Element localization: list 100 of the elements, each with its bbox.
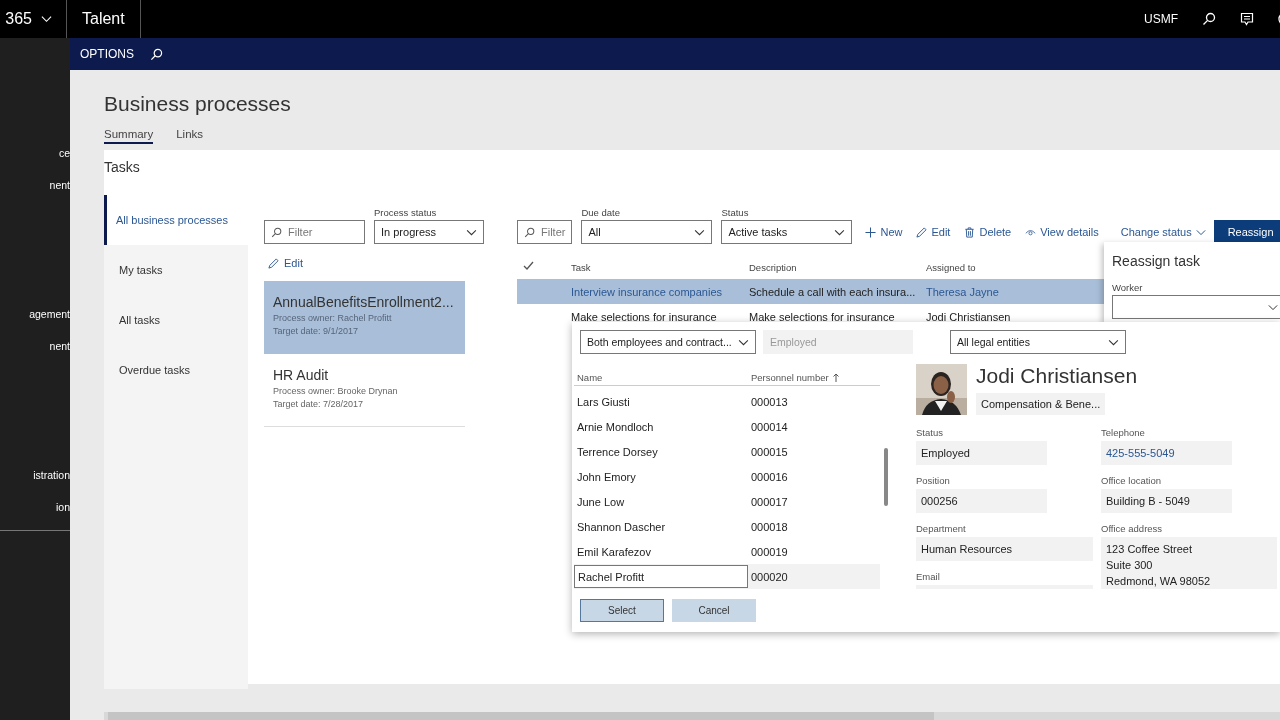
view-item[interactable]: All business processes xyxy=(104,195,248,245)
view-item[interactable]: Overdue tasks xyxy=(104,345,248,395)
chevron-icon xyxy=(1108,338,1119,346)
worker-type-dropdown[interactable]: Both employees and contract... xyxy=(580,330,756,354)
section-heading: Tasks xyxy=(104,159,141,175)
options-menu[interactable]: OPTIONS xyxy=(80,47,134,61)
worker-row[interactable]: Terrence Dorsey 000015 xyxy=(574,439,880,464)
table-cell: 000014 xyxy=(751,420,788,433)
table-cell: Terrence Dorsey xyxy=(577,445,658,458)
table-cell: Jodi Christiansen xyxy=(926,310,1011,323)
department-tag[interactable]: Compensation & Bene... xyxy=(976,393,1106,415)
column-header[interactable]: Task xyxy=(571,261,591,273)
filter-field[interactable]: Filter xyxy=(264,220,365,244)
new-button[interactable]: New xyxy=(865,226,903,238)
nav-item[interactable]: istration xyxy=(33,469,70,481)
chevron-icon xyxy=(41,15,52,23)
search-icon xyxy=(150,47,163,61)
column-header[interactable]: Description xyxy=(749,261,797,273)
legal-entity-dropdown[interactable]: All legal entities xyxy=(950,330,1126,354)
table-cell: 000016 xyxy=(751,470,788,483)
scrollbar[interactable] xyxy=(884,448,888,506)
field-label: Office address xyxy=(1101,523,1164,534)
nav-item[interactable]: nent xyxy=(49,340,70,352)
filter-field[interactable]: Filter xyxy=(517,220,573,244)
column-header[interactable]: Personnel number xyxy=(751,372,829,383)
search-icon xyxy=(1202,12,1216,26)
view-button[interactable]: View details xyxy=(1025,226,1099,238)
worker-row[interactable]: Rachel Profitt 000020 xyxy=(574,564,880,589)
field-value: Human Resources xyxy=(916,537,1093,561)
worker-dropdown[interactable] xyxy=(1112,295,1280,319)
field-label: Office location xyxy=(1101,475,1163,486)
field-label: Status xyxy=(916,427,944,438)
table-cell: Interview insurance companies xyxy=(571,285,723,298)
table-cell: Shannon Dascher xyxy=(577,520,666,533)
view-item[interactable]: All tasks xyxy=(104,295,248,345)
worker-row[interactable]: Emil Karafezov 000019 xyxy=(574,539,880,564)
table-cell: June Low xyxy=(577,495,625,508)
process-owner: Process owner: Rachel Profitt xyxy=(273,313,393,323)
field-label: Email xyxy=(916,571,941,582)
edit-button[interactable]: Edit xyxy=(916,226,951,238)
tab[interactable]: Links xyxy=(176,127,204,144)
select-button[interactable]: Select xyxy=(580,599,664,622)
search-icon xyxy=(271,226,282,238)
scrollbar[interactable] xyxy=(108,712,934,720)
field-value: Building B - 5049 xyxy=(1101,489,1232,513)
company-selector[interactable]: USMF xyxy=(1144,12,1178,26)
chevron-icon xyxy=(694,228,706,236)
nav-item[interactable]: ce xyxy=(58,147,70,159)
chevron-icon xyxy=(834,228,846,236)
check-icon[interactable] xyxy=(523,261,534,271)
target-date: Target date: 7/28/2017 xyxy=(273,399,365,409)
chevron-icon xyxy=(1268,303,1278,311)
nav-item[interactable]: ion xyxy=(56,501,70,513)
chat-icon[interactable] xyxy=(1240,12,1254,26)
app-name[interactable]: 365 xyxy=(5,10,32,28)
worker-row[interactable]: John Emory 000016 xyxy=(574,464,880,489)
field-label: Position xyxy=(916,475,951,486)
table-cell: 000020 xyxy=(751,570,788,583)
panel-title: Reassign task xyxy=(1112,253,1201,269)
worker-name: Jodi Christiansen xyxy=(976,364,1138,388)
worker-row[interactable]: June Low 000017 xyxy=(574,489,880,514)
chevron-icon xyxy=(1195,228,1206,236)
cancel-button[interactable]: Cancel xyxy=(672,599,756,622)
status-dropdown[interactable]: In progress xyxy=(374,220,484,244)
edit-button[interactable]: Edit xyxy=(268,257,303,269)
nav-item[interactable]: agement xyxy=(29,308,70,320)
field-value: 000256 xyxy=(916,489,1047,513)
column-header[interactable]: Assigned to xyxy=(926,261,976,273)
process-owner: Process owner: Brooke Drynan xyxy=(273,386,399,396)
worker-row[interactable]: Arnie Mondloch 000014 xyxy=(574,414,880,439)
menu-button[interactable]: Change status xyxy=(1120,226,1206,238)
table-cell: Emil Karafezov xyxy=(577,545,651,558)
field-label: Due date xyxy=(581,207,621,218)
view-item[interactable]: My tasks xyxy=(104,245,248,295)
table-cell: 000017 xyxy=(751,495,788,508)
due-date-dropdown[interactable]: All xyxy=(581,220,713,244)
phone-link[interactable]: 425-555-5049 xyxy=(1101,441,1232,465)
target-date: Target date: 9/1/2017 xyxy=(273,326,360,336)
tab[interactable]: Summary xyxy=(104,127,154,144)
nav-item[interactable]: nent xyxy=(49,179,70,191)
worker-row[interactable]: Lars Giusti 000013 xyxy=(574,389,880,414)
table-cell: Make selections for insurance xyxy=(749,310,895,323)
process-card[interactable]: AnnualBenefitsEnrollment2... Process owner: Rachel Profitt Target date: 9/1/2017 xyxy=(264,281,465,354)
table-cell: 000018 xyxy=(751,520,788,533)
field-value: 123 Coffee Street Suite 300 Redmond, WA 98052 xyxy=(1101,537,1277,589)
plus-icon xyxy=(865,226,877,238)
status-dropdown[interactable]: Active tasks xyxy=(721,220,853,244)
process-name: AnnualBenefitsEnrollment2... xyxy=(273,294,455,310)
table-cell: 000013 xyxy=(751,395,788,408)
table-cell: Schedule a call with each insura... xyxy=(749,285,916,298)
delete-button[interactable]: Delete xyxy=(964,226,1012,238)
table-cell: Rachel Profitt xyxy=(574,565,748,588)
worker-row[interactable]: Shannon Dascher 000018 xyxy=(574,514,880,539)
reassign-button[interactable]: Reassign xyxy=(1213,220,1280,244)
table-cell: 000019 xyxy=(751,545,788,558)
column-header[interactable]: Name xyxy=(577,372,603,383)
table-cell: John Emory xyxy=(577,470,636,483)
search-icon xyxy=(524,226,535,238)
table-cell: Make selections for insurance xyxy=(571,310,717,323)
process-card[interactable]: HR Audit Process owner: Brooke Drynan Target date: 7/28/2017 xyxy=(264,354,465,427)
